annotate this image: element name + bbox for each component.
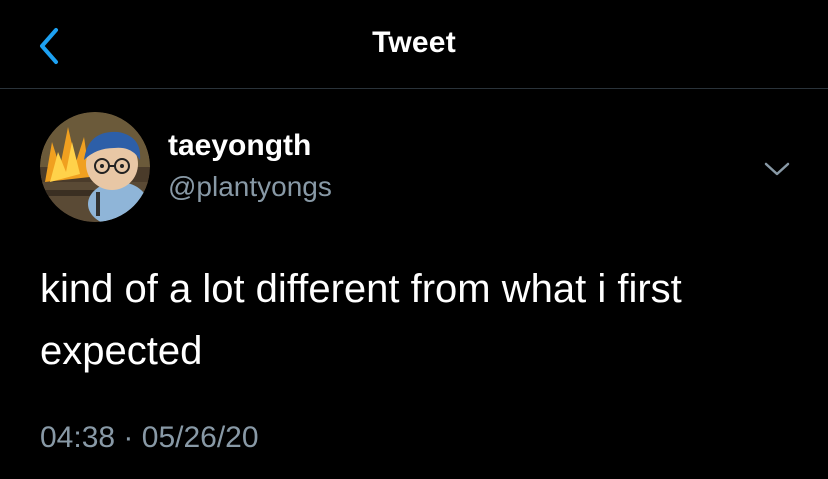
page-title: Tweet [372,26,456,59]
tweet-time: 04:38 [40,421,116,454]
tweet-menu-button[interactable] [760,156,794,182]
author-name[interactable]: taeyongth [168,128,311,164]
chevron-down-icon [764,162,790,176]
author-handle[interactable]: @plantyongs [168,170,332,204]
timestamp-separator: · [123,421,134,454]
top-navigation-bar: Tweet [0,0,828,88]
tweet-date[interactable]: 05/26/20 [142,421,259,454]
tweet-timestamp: 04:38 · 05/26/20 [40,420,259,456]
avatar[interactable] [40,112,150,222]
tweet-text: kind of a lot different from what i firs… [40,267,682,373]
header-divider [0,88,828,89]
avatar-image [40,112,150,222]
